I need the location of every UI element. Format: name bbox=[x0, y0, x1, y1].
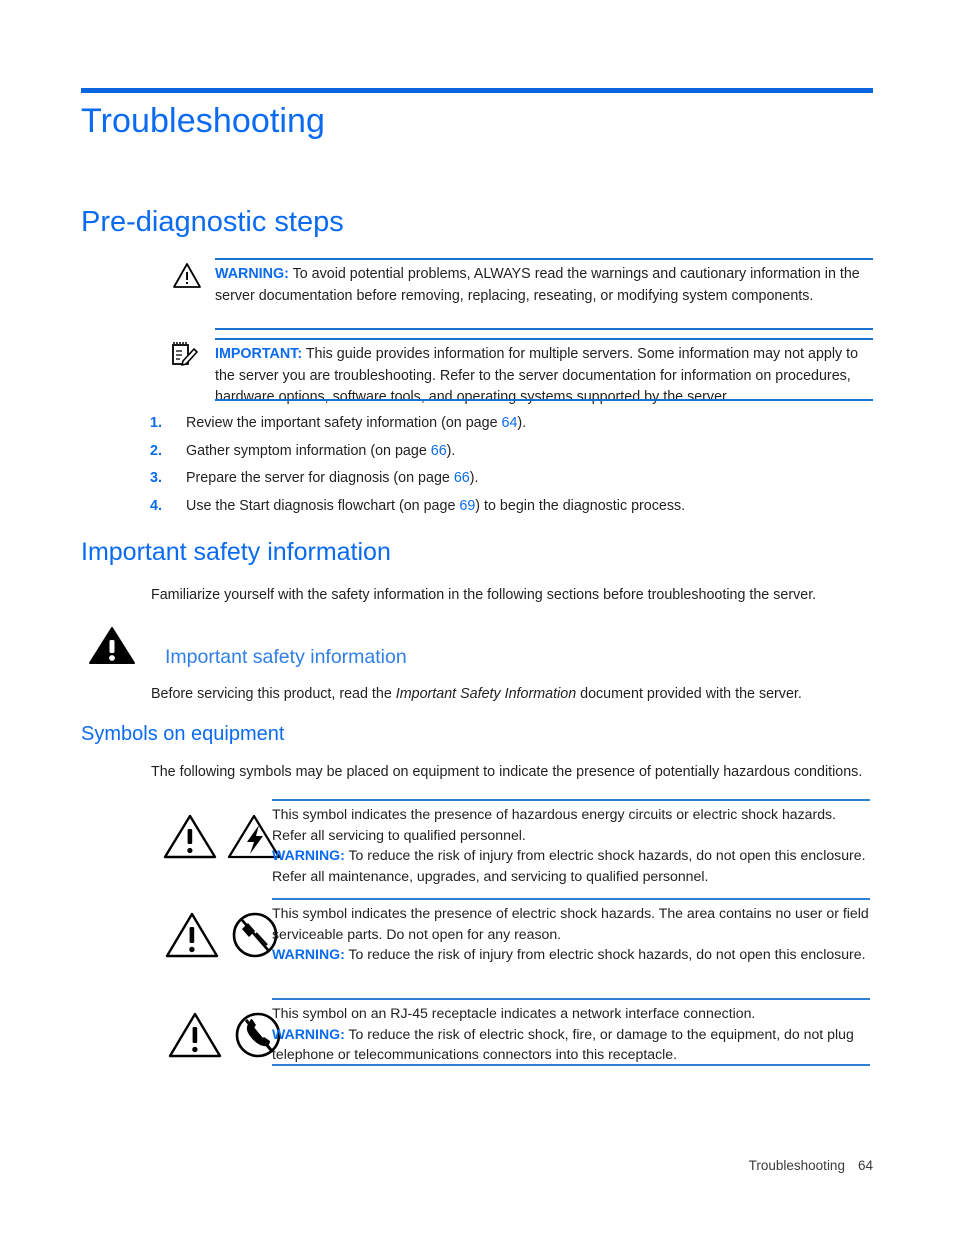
page-cross-reference[interactable]: 64 bbox=[502, 415, 518, 431]
footer-label: Troubleshooting bbox=[748, 1158, 845, 1173]
step-text: Prepare the server for diagnosis (on pag… bbox=[186, 469, 870, 488]
important-label: IMPORTANT: bbox=[215, 346, 303, 362]
warning-triangle-exclamation-icon bbox=[163, 814, 217, 859]
warning-admonition-body: WARNING: To avoid potential problems, AL… bbox=[215, 260, 873, 307]
step-text: Review the important safety information … bbox=[186, 414, 870, 433]
important-safety-callout-text: Before servicing this product, read the … bbox=[151, 684, 881, 705]
important-admonition: IMPORTANT: This guide provides informati… bbox=[215, 338, 873, 409]
symbol-row-2-warning-label: WARNING: bbox=[272, 946, 345, 962]
list-item: 2. Gather symptom information (on page 6… bbox=[150, 442, 870, 461]
warning-label: WARNING: bbox=[215, 266, 289, 282]
symbol-row-3-warning-label: WARNING: bbox=[272, 1025, 345, 1042]
symbol-row-3-warning-text: To reduce the risk of electric shock, fi… bbox=[272, 1025, 854, 1063]
step-text-before: Prepare the server for diagnosis (on pag… bbox=[186, 470, 454, 486]
pre-diagnostic-steps-list: 1. Review the important safety informati… bbox=[150, 414, 870, 524]
important-safety-intro: Familiarize yourself with the safety inf… bbox=[151, 587, 817, 603]
section-heading-important-safety-information: Important safety information bbox=[81, 538, 391, 566]
list-item: 4. Use the Start diagnosis flowchart (on… bbox=[150, 497, 870, 516]
step-text-after: ). bbox=[469, 470, 479, 486]
important-safety-callout-heading: Important safety information bbox=[165, 646, 407, 668]
page-top-rule bbox=[81, 88, 873, 93]
symbol-row-2-text: This symbol indicates the presence of el… bbox=[272, 900, 870, 965]
warning-triangle-exclamation-icon bbox=[168, 1012, 222, 1058]
warning-triangle-exclamation-icon bbox=[165, 912, 219, 958]
page-title: Troubleshooting bbox=[81, 102, 326, 140]
section-heading-pre-diagnostic-steps: Pre-diagnostic steps bbox=[81, 206, 344, 238]
symbols-intro: The following symbols may be placed on e… bbox=[151, 764, 863, 780]
warning-triangle-icon bbox=[172, 262, 206, 296]
symbol-row-2: This symbol indicates the presence of el… bbox=[272, 898, 870, 965]
step-text-after: ) to begin the diagnostic process. bbox=[475, 497, 686, 514]
no-serviceable-parts-icon bbox=[232, 912, 278, 958]
step-text-after: ). bbox=[446, 442, 456, 459]
callout-text-italic: Important Safety Information bbox=[395, 686, 577, 702]
page-cross-reference[interactable]: 66 bbox=[454, 470, 470, 486]
symbol-icons-row-3 bbox=[165, 1010, 285, 1062]
symbol-icons-row-1 bbox=[162, 812, 282, 864]
step-number: 1. bbox=[150, 415, 162, 431]
symbol-row-3-text: This symbol on an RJ-45 receptacle indic… bbox=[272, 1000, 870, 1065]
step-text-before: Use the Start diagnosis flowchart (on pa… bbox=[186, 497, 460, 514]
symbol-row-1-warning-label: WARNING: bbox=[272, 847, 345, 863]
warning-admonition-bottom bbox=[215, 328, 873, 330]
step-text: Gather symptom information (on page 66). bbox=[186, 442, 870, 461]
callout-text-before: Before servicing this product, read the bbox=[151, 686, 396, 702]
footer-page-number: 64 bbox=[857, 1158, 873, 1173]
document-page: Troubleshooting Pre-diagnostic steps WAR… bbox=[0, 0, 954, 1235]
important-admonition-bottom-rule bbox=[215, 399, 873, 401]
symbol-row-3-description: This symbol on an RJ-45 receptacle indic… bbox=[272, 1005, 756, 1021]
symbol-icons-row-2 bbox=[162, 910, 282, 962]
important-admonition-bottom bbox=[215, 399, 873, 401]
symbol-row-1-description: This symbol indicates the presence of ha… bbox=[272, 806, 837, 843]
symbol-row-1-text: This symbol indicates the presence of ha… bbox=[272, 801, 870, 886]
step-number: 3. bbox=[150, 470, 162, 486]
step-text-before: Review the important safety information … bbox=[186, 415, 502, 431]
list-item: 3. Prepare the server for diagnosis (on … bbox=[150, 469, 870, 488]
important-notepad-icon bbox=[170, 340, 204, 374]
step-text-before: Gather symptom information (on page bbox=[186, 442, 431, 459]
section-heading-symbols-on-equipment: Symbols on equipment bbox=[81, 723, 285, 745]
symbol-row-2-description: This symbol indicates the presence of el… bbox=[272, 905, 869, 942]
page-cross-reference[interactable]: 66 bbox=[431, 443, 447, 459]
step-number: 4. bbox=[150, 497, 162, 514]
warning-admonition-bottom-rule bbox=[215, 328, 873, 330]
warning-text: To avoid potential problems, ALWAYS read… bbox=[215, 266, 860, 304]
symbol-row-3: This symbol on an RJ-45 receptacle indic… bbox=[272, 998, 870, 1065]
important-text: This guide provides information for mult… bbox=[215, 346, 859, 405]
step-text: Use the Start diagnosis flowchart (on pa… bbox=[186, 497, 870, 516]
step-text-after: ). bbox=[517, 415, 527, 431]
list-item: 1. Review the important safety informati… bbox=[150, 414, 870, 433]
page-footer: Troubleshooting 64 bbox=[0, 1158, 873, 1173]
page-cross-reference[interactable]: 69 bbox=[459, 498, 475, 514]
step-number: 2. bbox=[150, 442, 162, 459]
warning-admonition: WARNING: To avoid potential problems, AL… bbox=[215, 258, 873, 307]
symbol-row-1-warning-text: To reduce the risk of injury from electr… bbox=[272, 847, 866, 884]
callout-text-after: document provided with the server. bbox=[576, 686, 802, 702]
filled-warning-triangle-icon bbox=[88, 626, 136, 666]
symbols-table-bottom-rule bbox=[272, 1064, 870, 1066]
symbol-row-2-warning-text: To reduce the risk of injury from electr… bbox=[348, 946, 866, 962]
symbol-row-1: This symbol indicates the presence of ha… bbox=[272, 799, 870, 886]
